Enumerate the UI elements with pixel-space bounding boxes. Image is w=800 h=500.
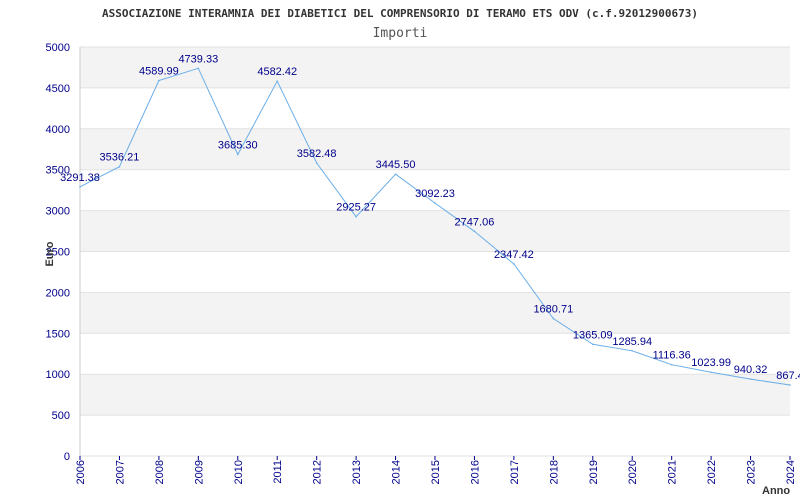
y-tick-label: 1000 [46,369,70,381]
x-tick-label: 2013 [351,460,363,484]
plot-band [80,87,790,129]
data-label: 3582.48 [297,148,337,160]
data-label: 4739.33 [178,53,218,65]
x-tick-label: 2012 [312,460,324,484]
data-point [355,215,357,218]
data-label: 2925.27 [336,202,376,214]
chart-subtitle: Importi [373,26,428,41]
x-tick-label: 2015 [430,460,442,484]
x-tick-label: 2021 [667,460,679,484]
data-label: 3291.38 [60,172,100,184]
data-point [315,162,318,164]
data-point [158,79,160,82]
plot-band [80,374,790,416]
plot-band [80,251,790,293]
y-tick-label: 2000 [46,287,70,299]
y-tick-label: 5000 [46,42,70,54]
data-label: 1023.99 [691,357,731,369]
line-chart: ASSOCIAZIONE INTERAMNIA DEI DIABETICI DE… [44,7,800,497]
data-point [789,384,791,386]
data-label: 3536.21 [100,152,140,164]
data-point [473,230,476,233]
plot-band [80,292,790,334]
data-label: 1285.94 [612,336,652,348]
x-tick-label: 2016 [469,460,481,484]
y-tick-label: 3000 [46,206,70,218]
data-point [394,173,397,175]
x-tick-label: 2014 [391,460,403,484]
x-tick-label: 2017 [509,460,521,484]
data-label: 1116.36 [653,350,691,362]
data-point [236,153,239,156]
x-tick-label: 2010 [233,460,245,484]
x-axis-ticks: 2006 2007 2008 2009 2010 2011 2012 2013 2014 2015… [75,456,797,484]
data-point [118,165,121,168]
x-tick-label: 2009 [193,460,205,484]
y-axis-label: Euro [44,241,56,266]
data-point [552,317,555,320]
data-point [434,202,436,204]
x-tick-label: 2020 [627,460,639,484]
x-tick-label: 2023 [746,460,758,484]
plot-band [80,128,790,170]
x-tick-label: 2007 [114,460,126,484]
plot-band [80,210,790,252]
data-point [749,378,752,380]
x-tick-label: 2011 [272,460,284,484]
y-tick-label: 1500 [46,328,70,340]
data-point [631,350,634,352]
data-label: 867.4 [776,370,800,382]
data-point [276,80,279,82]
data-label: 2347.42 [494,249,534,261]
y-tick-label: 4000 [46,124,70,136]
data-point [710,371,712,374]
data-label: 1680.71 [533,304,573,316]
data-point [79,185,81,188]
data-label: 4582.42 [257,66,297,78]
x-tick-label: 2006 [75,460,87,484]
data-label: 3092.23 [415,188,455,200]
data-label: 940.32 [734,364,768,376]
y-tick-label: 4500 [46,83,70,95]
data-label: 4589.99 [139,66,179,78]
data-point [591,343,594,346]
x-tick-label: 2019 [588,460,600,484]
x-tick-label: 2018 [548,460,560,484]
chart-title: ASSOCIAZIONE INTERAMNIA DEI DIABETICI DE… [102,7,698,20]
data-label: 3685.30 [218,140,258,152]
x-tick-label: 2024 [785,460,797,484]
data-point [513,263,515,265]
y-tick-label: 0 [64,451,70,463]
x-tick-label: 2008 [154,460,166,484]
data-point [670,363,673,366]
x-tick-label: 2022 [706,460,718,484]
x-axis-label: Anno [762,485,790,497]
data-label: 2747.06 [455,216,495,228]
data-point [197,67,200,70]
y-tick-label: 500 [52,410,70,422]
data-label: 3445.50 [376,159,416,171]
plot-band [80,415,790,456]
data-label: 1365.09 [573,329,613,341]
